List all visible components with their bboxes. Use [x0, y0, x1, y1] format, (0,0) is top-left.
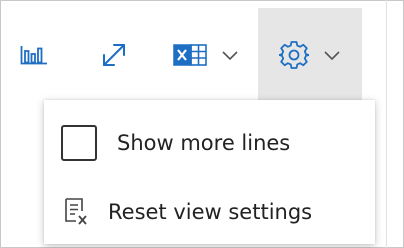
menu-item-show-more-lines[interactable]: Show more lines	[44, 113, 375, 173]
settings-dropdown-menu: Show more lines Reset view settings	[44, 100, 375, 244]
expand-diagonal-icon	[103, 44, 125, 66]
expand-button[interactable]	[94, 8, 134, 102]
panel-divider	[386, 0, 387, 248]
show-more-lines-checkbox[interactable]	[61, 125, 97, 161]
reset-view-icon	[65, 198, 87, 225]
reset-view-settings-label: Reset view settings	[108, 200, 313, 224]
show-more-lines-label: Show more lines	[117, 131, 291, 155]
chevron-down-icon	[324, 51, 340, 61]
bar-chart-icon	[20, 46, 47, 65]
settings-button[interactable]	[258, 8, 362, 102]
menu-item-reset-view-settings[interactable]: Reset view settings	[44, 182, 375, 242]
gear-icon	[279, 41, 309, 69]
excel-icon	[173, 44, 207, 66]
excel-export-button[interactable]	[164, 8, 248, 102]
bar-chart-button[interactable]	[14, 8, 54, 102]
chevron-down-icon	[222, 51, 238, 61]
toolbar	[0, 8, 380, 102]
